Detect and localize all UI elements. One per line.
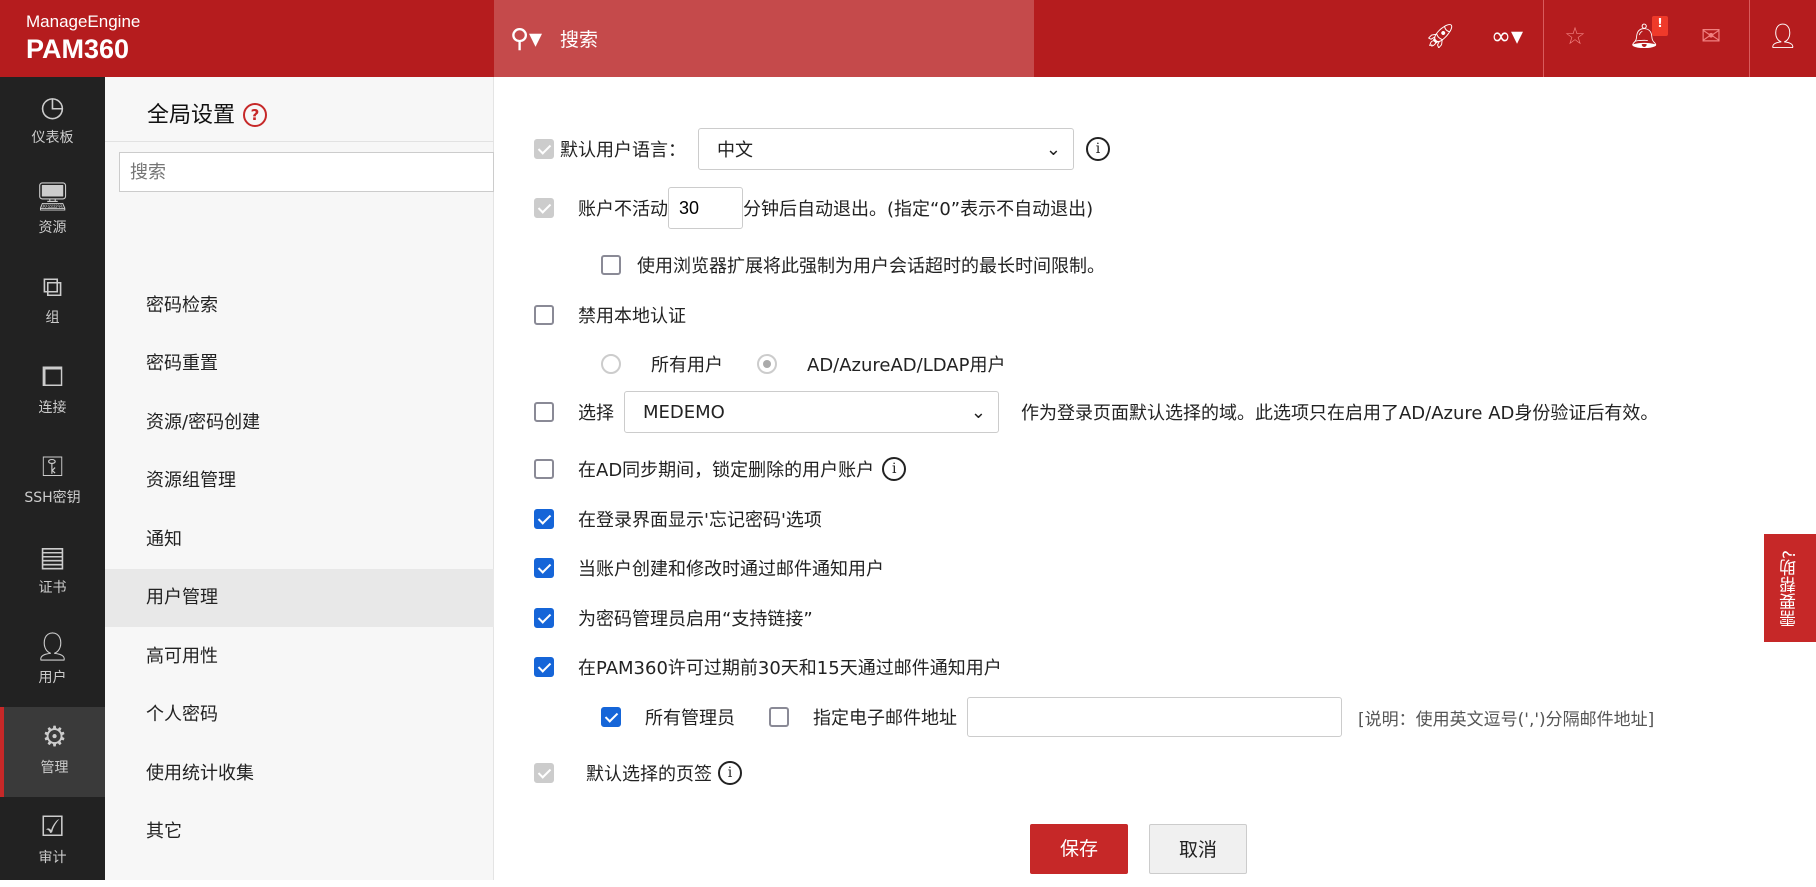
monitor-icon: 🖥︎ <box>34 180 71 213</box>
sidebar-item-certificates[interactable]: ▤ 证书 <box>0 527 105 617</box>
inactivity-minutes-input[interactable] <box>668 187 743 229</box>
inactivity-row: 账户不活动 分钟后自动退出。(指定“0”表示不自动退出) <box>534 187 1093 229</box>
inactivity-checkbox <box>534 198 554 218</box>
default-tab-row: 默认选择的页签 i <box>534 760 742 786</box>
auth-radio-row: 所有用户 AD/AzureAD/LDAP用户 <box>601 351 1005 377</box>
nav-item[interactable]: 密码检索 <box>105 277 494 335</box>
top-header: ManageEngine PAM360 ⚲▾ 搜索 🚀︎ ∞▾ ☆ 🔔︎ ! ✉… <box>0 0 1816 77</box>
sidebar-item-ssh-keys[interactable]: ⚿ SSH密钥 <box>0 437 105 527</box>
chevron-down-icon: ⌄ <box>1045 138 1061 160</box>
specify-email-checkbox[interactable] <box>769 707 789 727</box>
help-icon[interactable]: ? <box>243 103 268 127</box>
settings-nav: 全局设置? 密码检索 密码重置 资源/密码创建 资源组管理 通知 用户管理 高可… <box>105 77 494 880</box>
divider <box>1543 0 1544 77</box>
save-button[interactable]: 保存 <box>1030 824 1128 874</box>
info-icon[interactable]: i <box>882 457 907 481</box>
lock-deleted-row: 在AD同步期间，锁定删除的用户账户 i <box>534 456 907 482</box>
chevron-down-icon: ⌄ <box>970 401 986 423</box>
notify-create-row: 当账户创建和修改时通过邮件通知用户 <box>534 555 884 581</box>
connect-icon: ⧠ <box>41 360 64 393</box>
license-recipients-row: 所有管理员 指定电子邮件地址 [说明：使用英文逗号(',')分隔邮件地址] <box>601 697 1654 737</box>
nav-item[interactable]: 资源组管理 <box>105 452 494 510</box>
search-input[interactable]: 搜索 <box>560 25 598 52</box>
sidebar-item-connections[interactable]: ⧠ 连接 <box>0 347 105 437</box>
sidebar-item-users[interactable]: 👤︎ 用户 <box>0 617 105 707</box>
logo[interactable]: ManageEngine PAM360 <box>26 12 140 65</box>
domain-checkbox[interactable] <box>534 402 554 422</box>
language-row: 默认用户语言： 中文 ⌄ i <box>534 128 1110 170</box>
browser-ext-row: 使用浏览器扩展将此强制为用户会话超时的最长时间限制。 <box>601 252 1105 278</box>
support-link-checkbox[interactable] <box>534 608 554 628</box>
page-title: 全局设置? <box>147 97 268 129</box>
rocket-icon[interactable]: 🚀︎ <box>1423 22 1457 50</box>
sidebar-item-resources[interactable]: 🖥︎ 资源 <box>0 167 105 257</box>
gear-icon: ⚙ <box>41 720 68 753</box>
sidebar-item-audit[interactable]: ☑ 审计 <box>0 797 105 887</box>
notify-create-checkbox[interactable] <box>534 558 554 578</box>
lock-deleted-checkbox[interactable] <box>534 459 554 479</box>
all-admins-checkbox[interactable] <box>601 707 621 727</box>
license-notify-checkbox[interactable] <box>534 657 554 677</box>
radio-all-users[interactable] <box>601 354 621 374</box>
support-link-row: 为密码管理员启用“支持链接” <box>534 605 813 631</box>
language-checkbox <box>534 139 554 159</box>
radio-ad-users[interactable] <box>757 354 777 374</box>
nav-item[interactable]: 使用统计收集 <box>105 745 494 803</box>
default-tab-checkbox <box>534 763 554 783</box>
certificate-icon: ▤ <box>39 540 66 573</box>
notification-badge: ! <box>1652 16 1668 36</box>
forgot-password-row: 在登录界面显示'忘记密码'选项 <box>534 506 822 532</box>
browser-ext-checkbox[interactable] <box>601 255 621 275</box>
nav-item[interactable]: 高可用性 <box>105 628 494 686</box>
disable-local-checkbox[interactable] <box>534 305 554 325</box>
nav-item[interactable]: 个人密码 <box>105 686 494 744</box>
nav-search-input[interactable] <box>119 152 494 192</box>
sidebar-item-dashboard[interactable]: ◷ 仪表板 <box>0 77 105 167</box>
user-icon: 👤︎ <box>34 630 71 663</box>
sidebar-item-admin[interactable]: ⚙ 管理 <box>0 707 105 797</box>
mail-icon[interactable]: ✉ <box>1694 22 1728 50</box>
forgot-password-checkbox[interactable] <box>534 509 554 529</box>
info-icon[interactable]: i <box>1086 137 1110 161</box>
global-search[interactable]: ⚲▾ 搜索 <box>494 0 1034 77</box>
ssh-key-icon: ⚿ <box>41 450 64 483</box>
nav-item[interactable]: 密码重置 <box>105 335 494 393</box>
nav-item[interactable]: 资源/密码创建 <box>105 394 494 452</box>
domain-select[interactable]: MEDEMO ⌄ <box>624 391 999 433</box>
info-icon[interactable]: i <box>718 761 742 785</box>
group-icon: ⧉ <box>42 270 63 303</box>
nav-item[interactable]: 其它 <box>105 803 494 861</box>
audit-icon: ☑ <box>39 810 66 843</box>
user-star-icon[interactable]: ☆ <box>1558 22 1592 50</box>
sidebar-item-groups[interactable]: ⧉ 组 <box>0 257 105 347</box>
divider <box>105 141 494 142</box>
email-input[interactable] <box>967 697 1342 737</box>
divider <box>1749 0 1750 77</box>
user-profile-icon[interactable]: 👤︎ <box>1766 22 1800 50</box>
nav-item[interactable]: 通知 <box>105 511 494 569</box>
language-select[interactable]: 中文 ⌄ <box>698 128 1074 170</box>
disable-local-row: 禁用本地认证 <box>534 302 686 328</box>
link-icon[interactable]: ∞▾ <box>1490 22 1524 50</box>
search-icon[interactable]: ⚲▾ <box>510 24 550 54</box>
license-notify-row: 在PAM360许可过期前30天和15天通过邮件通知用户 <box>534 654 1002 680</box>
nav-item-active[interactable]: 用户管理 <box>105 569 494 627</box>
dashboard-icon: ◷ <box>40 90 65 123</box>
domain-row: 选择 MEDEMO ⌄ 作为登录页面默认选择的域。此选项只在启用了AD/Azure… <box>534 391 1658 433</box>
need-help-tab[interactable]: 需要帮助? <box>1764 534 1816 642</box>
cancel-button[interactable]: 取消 <box>1149 824 1247 874</box>
main-sidebar: ◷ 仪表板 🖥︎ 资源 ⧉ 组 ⧠ 连接 ⚿ SSH密钥 ▤ 证书 👤︎ 用户 ⚙ 管理 ☑ 审计 <box>0 77 105 880</box>
